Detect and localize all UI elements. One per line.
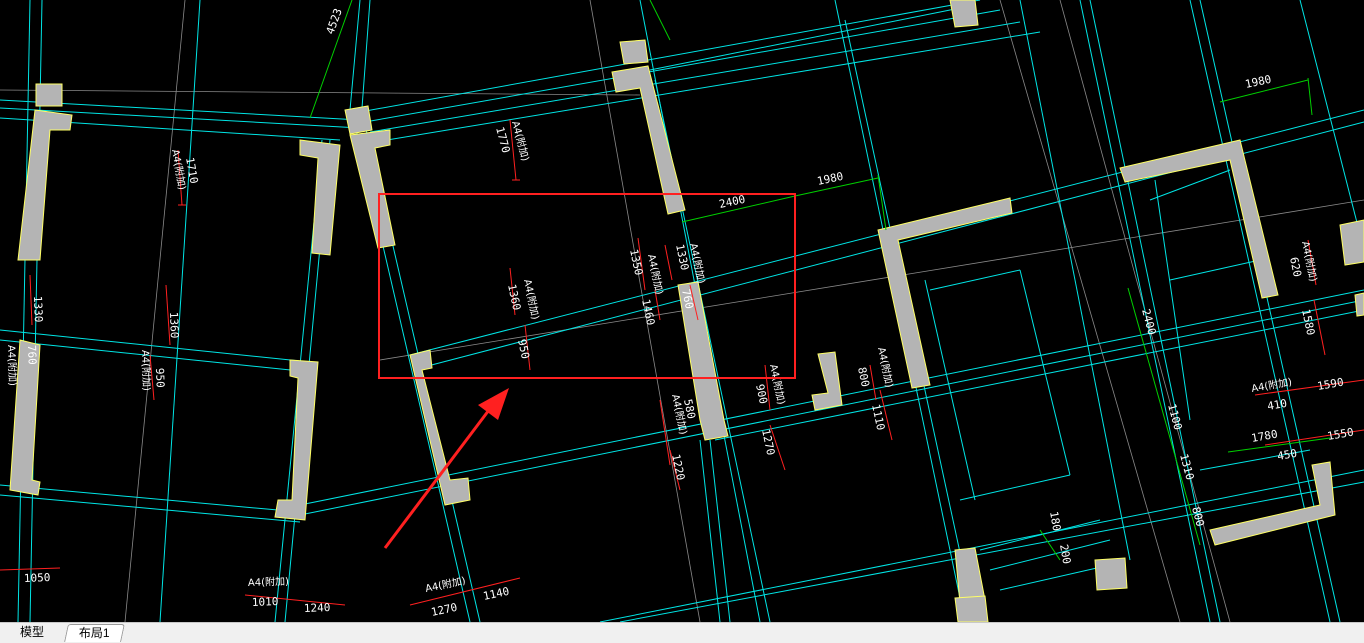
text-1580: 1580 bbox=[1299, 308, 1317, 337]
dim-200: 200 bbox=[1057, 543, 1073, 565]
highlight-arrow-head bbox=[478, 388, 509, 420]
text-1010: 1010 bbox=[252, 595, 279, 609]
text-a4: A4(附加) bbox=[5, 345, 19, 387]
dimension-lines bbox=[309, 0, 1331, 561]
dim-1100: 1100 bbox=[1165, 402, 1184, 431]
text-1220: 1220 bbox=[669, 453, 687, 482]
cad-drawing-canvas[interactable]: 4523 1980 1980 2400 2400 1100 1310 800 1… bbox=[0, 0, 1364, 622]
text-450: 450 bbox=[1276, 447, 1298, 463]
tab-layout1-label: 布局1 bbox=[78, 626, 110, 640]
text-1360b: 1360 bbox=[505, 283, 523, 312]
text-1270a: 1270 bbox=[759, 428, 777, 457]
text-1240: 1240 bbox=[304, 601, 331, 615]
dim-180: 180 bbox=[1047, 510, 1063, 532]
text-1350: 1350 bbox=[627, 248, 645, 277]
text-620: 620 bbox=[1287, 256, 1304, 278]
text-1780: 1780 bbox=[1250, 428, 1278, 445]
text-950b: 950 bbox=[515, 338, 532, 360]
text-1270b: 1270 bbox=[430, 601, 459, 619]
dim-800: 800 bbox=[1189, 505, 1207, 528]
text-1360a: 1360 bbox=[167, 312, 181, 339]
text-a4: A4(附加) bbox=[1299, 240, 1320, 283]
highlight-annotation bbox=[378, 193, 796, 549]
text-1140: 1140 bbox=[482, 585, 511, 603]
text-1770: 1770 bbox=[493, 125, 512, 154]
text-a4: A4(附加) bbox=[645, 253, 666, 296]
tab-model[interactable]: 模型 bbox=[8, 624, 57, 641]
text-900: 900 bbox=[753, 383, 770, 405]
text-a4: A4(附加) bbox=[424, 574, 467, 595]
text-1330a: 1330 bbox=[31, 296, 45, 323]
text-950a: 950 bbox=[153, 368, 167, 388]
dim-1980-top: 1980 bbox=[1244, 73, 1273, 91]
columns bbox=[9, 0, 1364, 622]
text-760: 760 bbox=[25, 345, 39, 365]
text-a4: A4(附加) bbox=[1250, 375, 1293, 395]
dim-1980-mid: 1980 bbox=[816, 170, 845, 188]
dim-4523: 4523 bbox=[324, 7, 345, 36]
highlight-arrow-shaft bbox=[383, 401, 497, 549]
text-1460: 1460 bbox=[639, 298, 657, 327]
text-1550: 1550 bbox=[1326, 426, 1354, 443]
layout-tab-bar: 模型 布局1 bbox=[0, 622, 1364, 643]
tab-layout1[interactable]: 布局1 bbox=[64, 624, 125, 642]
text-a4: A4(附加) bbox=[875, 346, 896, 389]
text-a4: A4(附加) bbox=[521, 278, 542, 321]
text-1050: 1050 bbox=[24, 571, 51, 585]
text-1590: 1590 bbox=[1316, 376, 1344, 393]
text-a4: A4(附加) bbox=[248, 575, 290, 589]
text-410: 410 bbox=[1266, 397, 1288, 413]
text-800: 800 bbox=[855, 366, 872, 388]
